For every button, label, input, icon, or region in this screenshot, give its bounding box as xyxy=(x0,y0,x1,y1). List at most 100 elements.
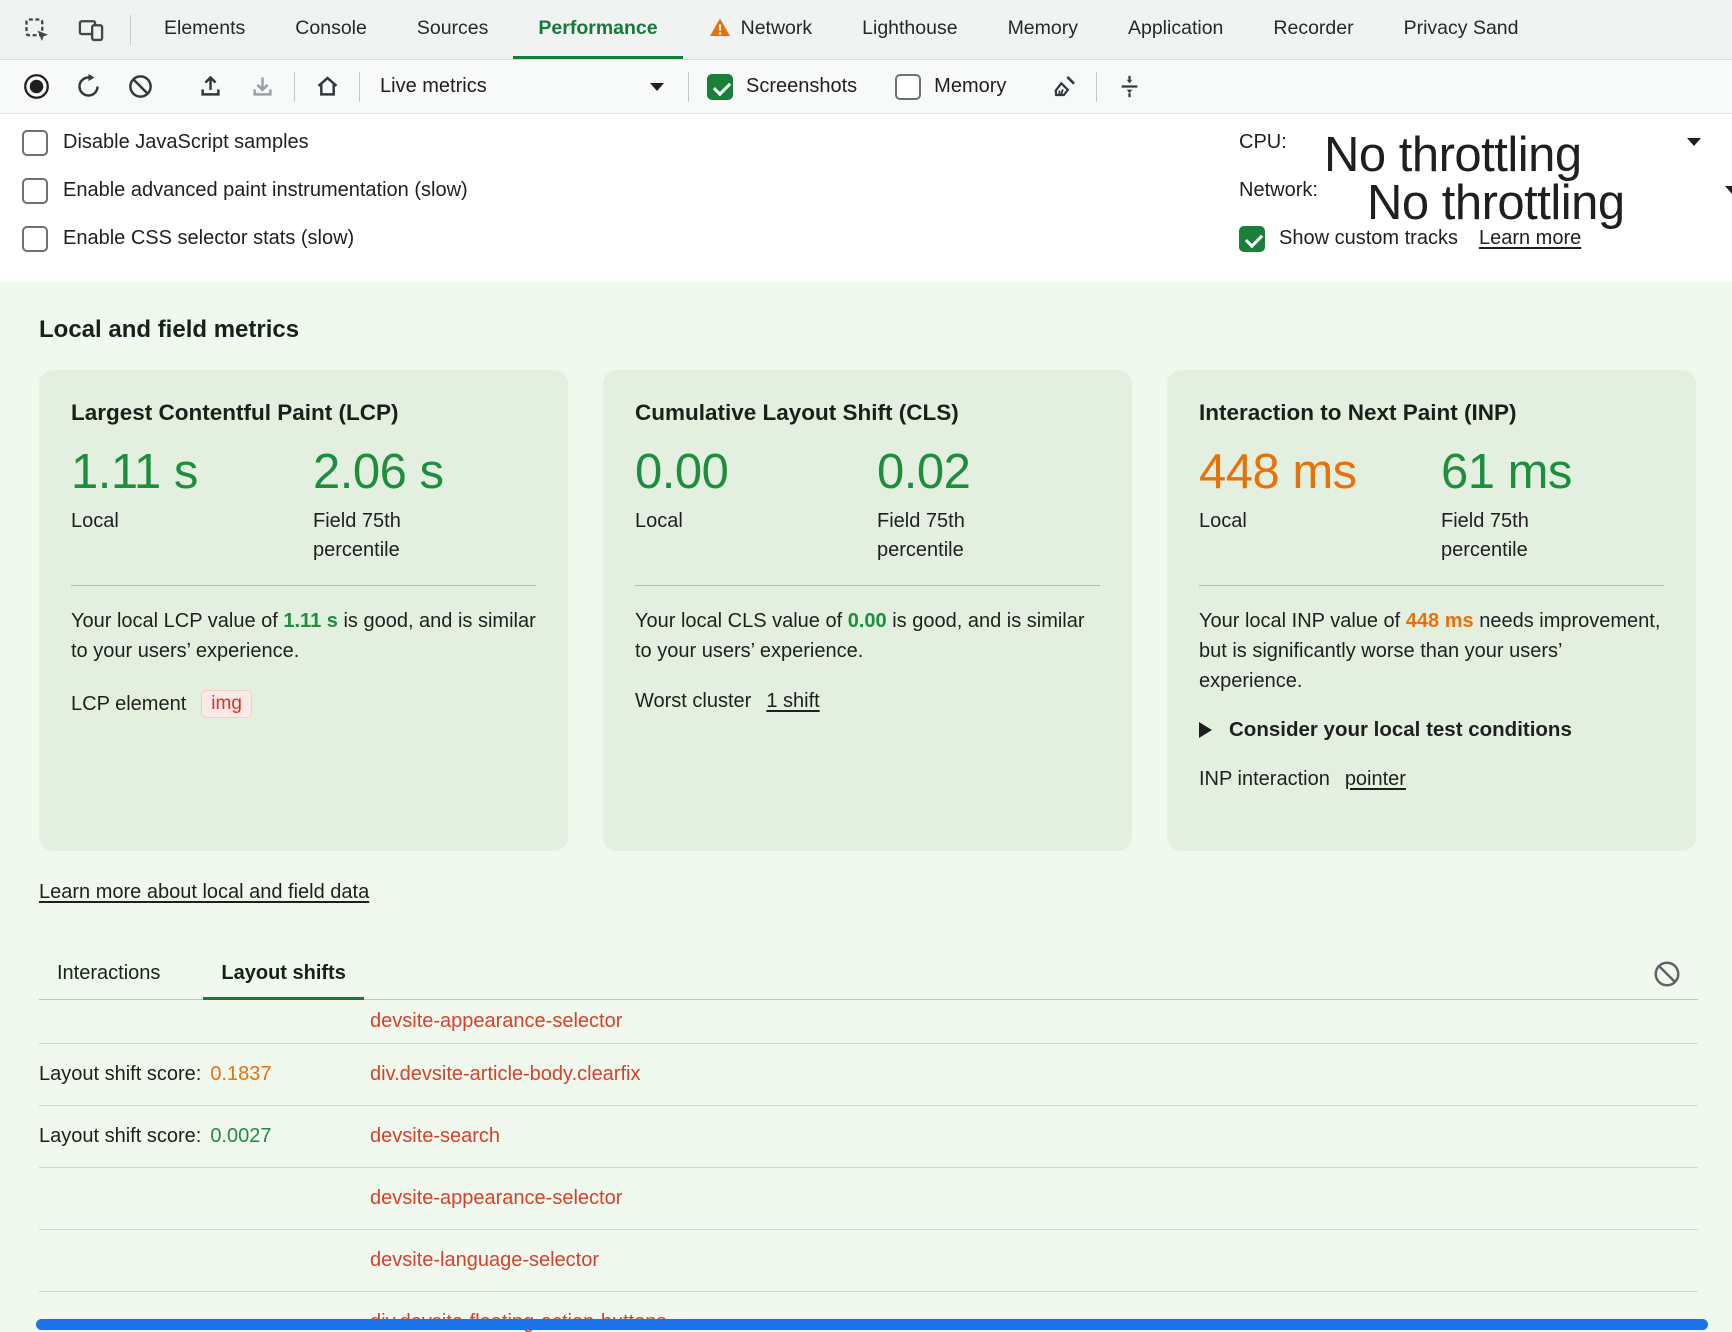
tab-recorder[interactable]: Recorder xyxy=(1248,0,1378,59)
score-value: 0.0027 xyxy=(210,1125,271,1148)
layout-shift-row: devsite-appearance-selector xyxy=(39,1168,1698,1230)
layout-shift-row: devsite-language-selector xyxy=(39,1230,1698,1292)
inp-interaction-row: INP interaction pointer xyxy=(1199,768,1664,791)
node-link[interactable]: devsite-appearance-selector xyxy=(370,1187,622,1210)
cpu-throttling-row: CPU: No throttling xyxy=(1239,126,1732,159)
checkbox-unchecked-icon xyxy=(22,226,48,252)
checkbox-unchecked-icon xyxy=(22,130,48,156)
chevron-down-icon xyxy=(650,83,664,91)
chevron-down-icon[interactable] xyxy=(1687,138,1701,146)
metric-cards: Largest Contentful Paint (LCP) 1.11 s Lo… xyxy=(39,370,1698,851)
inp-interaction-label: INP interaction xyxy=(1199,768,1330,791)
worst-cluster-link[interactable]: 1 shift xyxy=(766,690,819,713)
consider-local-conditions-expander[interactable]: Consider your local test conditions xyxy=(1199,718,1664,742)
tab-performance[interactable]: Performance xyxy=(513,0,682,59)
log-tabs: Interactions Layout shifts xyxy=(39,948,1698,1000)
lcp-element-node-link[interactable]: img xyxy=(201,690,252,718)
clear-button[interactable] xyxy=(116,66,164,108)
cls-local-value: 0.00 xyxy=(635,448,877,497)
divider xyxy=(635,585,1100,586)
node-link[interactable]: div.devsite-article-body.clearfix xyxy=(370,1063,640,1086)
worst-cluster-label: Worst cluster xyxy=(635,690,751,713)
collapse-icon[interactable] xyxy=(1105,66,1153,108)
live-metrics-home-icon[interactable] xyxy=(303,66,351,108)
desc-value: 0.00 xyxy=(848,610,887,632)
field-label: Field 75th percentile xyxy=(1441,507,1573,565)
device-toolbar-icon[interactable] xyxy=(68,9,114,51)
network-throttling-select[interactable]: No throttling xyxy=(1367,179,1625,228)
tab-application[interactable]: Application xyxy=(1103,0,1248,59)
inspect-icon[interactable] xyxy=(14,9,60,51)
horizontal-scrollbar[interactable] xyxy=(36,1319,1708,1330)
devtools-tabbar: Elements Console Sources Performance Net… xyxy=(0,0,1732,60)
layout-shift-row: Layout shift score: 0.1837 div.devsite-a… xyxy=(39,1044,1698,1106)
tab-sources[interactable]: Sources xyxy=(392,0,514,59)
network-label: Network: xyxy=(1239,179,1318,202)
node-link[interactable]: devsite-search xyxy=(370,1125,500,1148)
node-link[interactable]: devsite-appearance-selector xyxy=(370,1010,622,1033)
record-and-reload-button[interactable] xyxy=(64,66,112,108)
tab-lighthouse[interactable]: Lighthouse xyxy=(837,0,982,59)
inp-card-title: Interaction to Next Paint (INP) xyxy=(1199,400,1664,426)
tab-label: Privacy Sand xyxy=(1404,17,1519,40)
checkbox-checked-icon xyxy=(1239,226,1265,252)
tab-network[interactable]: Network xyxy=(683,0,838,59)
tab-label: Layout shifts xyxy=(221,962,345,985)
record-button[interactable] xyxy=(12,66,60,108)
interactions-log: Interactions Layout shifts devsite-appea… xyxy=(39,948,1698,1332)
shift-score-cell: Layout shift score: 0.1837 xyxy=(39,1063,370,1086)
tab-label: Console xyxy=(295,17,367,40)
score-value: 0.1837 xyxy=(210,1063,271,1086)
chevron-down-icon[interactable] xyxy=(1725,186,1732,194)
field-label: Field 75th percentile xyxy=(877,507,1009,565)
tab-interactions[interactable]: Interactions xyxy=(39,948,178,999)
node-link[interactable]: devsite-language-selector xyxy=(370,1249,599,1272)
checkbox-unchecked-icon xyxy=(895,74,921,100)
expand-triangle-icon xyxy=(1199,722,1212,738)
tab-label: Interactions xyxy=(57,962,160,985)
tab-console[interactable]: Console xyxy=(270,0,392,59)
tab-memory[interactable]: Memory xyxy=(983,0,1103,59)
local-label: Local xyxy=(635,507,877,536)
advanced-paint-checkbox[interactable]: Enable advanced paint instrumentation (s… xyxy=(22,174,468,207)
capture-settings: Disable JavaScript samples Enable advanc… xyxy=(0,114,1732,282)
learn-more-link[interactable]: Learn more xyxy=(1479,227,1581,250)
learn-more-local-field-link[interactable]: Learn more about local and field data xyxy=(39,881,369,904)
live-metrics-view: Local and field metrics Largest Contentf… xyxy=(0,282,1732,1332)
memory-checkbox[interactable]: Memory xyxy=(895,74,1006,100)
live-metrics-select[interactable]: Live metrics xyxy=(368,66,680,108)
load-profile-icon[interactable] xyxy=(186,66,234,108)
tab-label: Performance xyxy=(538,17,657,40)
tab-elements[interactable]: Elements xyxy=(139,0,270,59)
lcp-card: Largest Contentful Paint (LCP) 1.11 s Lo… xyxy=(39,370,568,851)
cpu-throttling-select[interactable]: No throttling xyxy=(1324,131,1582,180)
cls-description: Your local CLS value of 0.00 is good, an… xyxy=(635,606,1100,666)
cls-values: 0.00 Local 0.02 Field 75th percentile xyxy=(635,448,1100,565)
inp-description: Your local INP value of 448 ms needs imp… xyxy=(1199,606,1664,696)
layout-shift-row: Layout shift score: 0.0027 devsite-searc… xyxy=(39,1106,1698,1168)
disable-js-samples-checkbox[interactable]: Disable JavaScript samples xyxy=(22,126,468,159)
css-selector-stats-checkbox[interactable]: Enable CSS selector stats (slow) xyxy=(22,222,468,255)
tab-privacy-sandbox[interactable]: Privacy Sand xyxy=(1379,0,1544,59)
field-label: Field 75th percentile xyxy=(313,507,445,565)
panel-tabs: Elements Console Sources Performance Net… xyxy=(139,0,1543,59)
inp-local-value: 448 ms xyxy=(1199,448,1441,497)
collect-garbage-icon[interactable] xyxy=(1040,66,1088,108)
performance-toolbar: Live metrics Screenshots Memory xyxy=(0,60,1732,114)
lcp-card-title: Largest Contentful Paint (LCP) xyxy=(71,400,536,426)
score-label: Layout shift score: xyxy=(39,1125,201,1148)
clear-log-icon[interactable] xyxy=(1650,958,1684,992)
desc-text: Your local LCP value of xyxy=(71,610,283,632)
tab-label: Memory xyxy=(1008,17,1078,40)
inp-interaction-link[interactable]: pointer xyxy=(1345,768,1406,791)
consider-label: Consider your local test conditions xyxy=(1229,718,1572,742)
throttling-settings: CPU: No throttling Network: No throttlin… xyxy=(1239,126,1732,255)
tab-layout-shifts[interactable]: Layout shifts xyxy=(203,948,363,999)
screenshots-checkbox[interactable]: Screenshots xyxy=(707,74,857,100)
divider xyxy=(359,72,360,102)
cpu-label: CPU: xyxy=(1239,131,1287,154)
lcp-element-row: LCP element img xyxy=(71,690,536,718)
lcp-values: 1.11 s Local 2.06 s Field 75th percentil… xyxy=(71,448,536,565)
divider xyxy=(688,72,689,102)
save-profile-icon[interactable] xyxy=(238,66,286,108)
